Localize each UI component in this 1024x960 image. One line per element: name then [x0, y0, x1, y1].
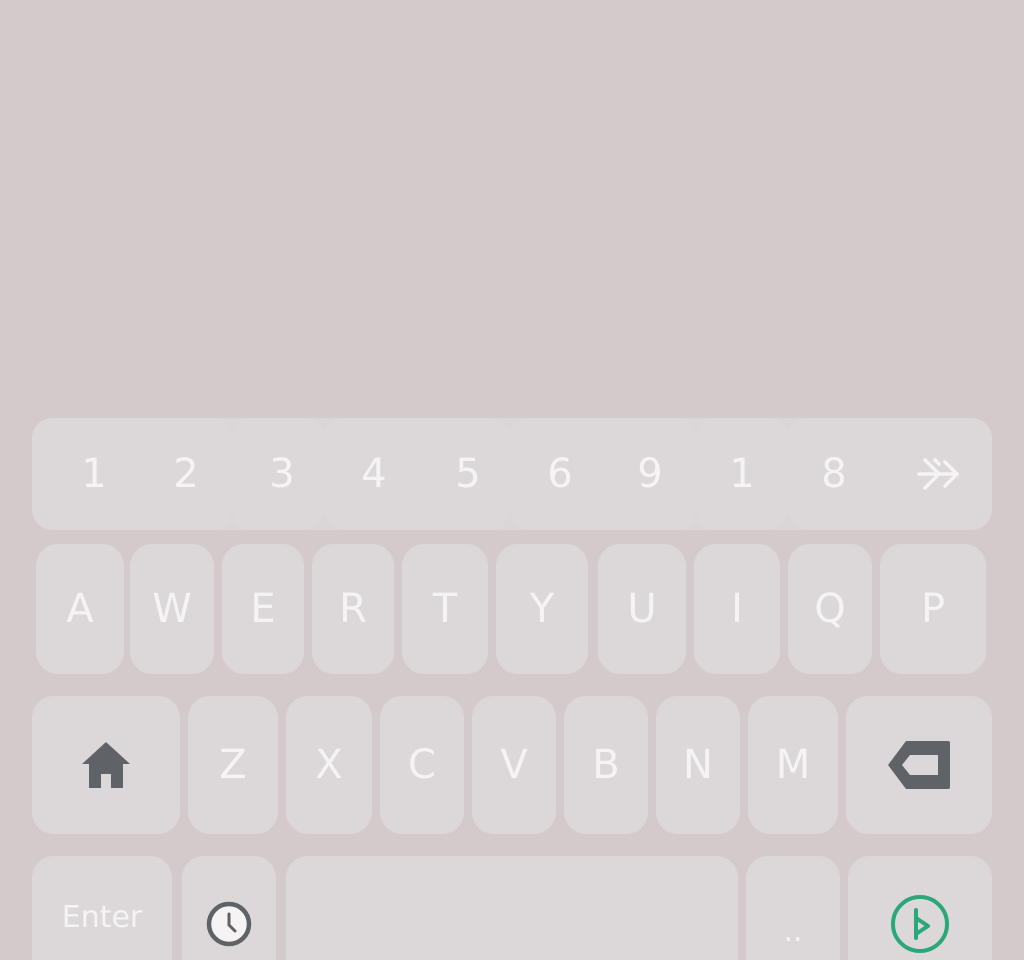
key-m[interactable]: M [748, 696, 838, 834]
key-u[interactable]: U [598, 544, 686, 674]
key-n[interactable]: N [656, 696, 740, 834]
key-5[interactable]: 5 [422, 418, 514, 530]
screen: 1 2 3 4 5 6 9 1 8 A W E R T Y U I Q P Z … [0, 0, 1024, 960]
key-p[interactable]: P [880, 544, 986, 674]
send-key[interactable] [848, 856, 992, 960]
key-b[interactable]: B [564, 696, 648, 834]
key-c[interactable]: C [380, 696, 464, 834]
key-r[interactable]: R [312, 544, 394, 674]
key-1b[interactable]: 1 [696, 418, 788, 530]
clock-icon [205, 900, 253, 948]
key-e[interactable]: E [222, 544, 304, 674]
content-area [0, 0, 1024, 410]
key-z[interactable]: Z [188, 696, 278, 834]
keyboard: 1 2 3 4 5 6 9 1 8 A W E R T Y U I Q P Z … [0, 410, 1024, 960]
key-t[interactable]: T [402, 544, 488, 674]
key-q[interactable]: Q [788, 544, 872, 674]
space-bar[interactable] [286, 856, 738, 960]
key-6[interactable]: 6 [514, 418, 606, 530]
enter-label: Enter [61, 900, 143, 935]
key-9[interactable]: 9 [604, 418, 696, 530]
key-x[interactable]: X [286, 696, 372, 834]
key-4[interactable]: 4 [328, 418, 420, 530]
key-w[interactable]: W [130, 544, 214, 674]
backspace-key[interactable] [846, 696, 992, 834]
enter-key[interactable]: Enter [32, 856, 172, 960]
key-1[interactable]: 1 [48, 418, 140, 530]
key-i[interactable]: I [694, 544, 780, 674]
punctuation-key[interactable]: .. [746, 856, 840, 960]
key-8[interactable]: 8 [788, 418, 880, 530]
key-v[interactable]: V [472, 696, 556, 834]
clock-key[interactable] [182, 856, 276, 960]
key-3[interactable]: 3 [236, 418, 328, 530]
key-a[interactable]: A [36, 544, 124, 674]
send-play-icon [888, 892, 952, 956]
swipe-arrow-icon[interactable] [892, 418, 984, 530]
backspace-icon [886, 739, 952, 791]
home-icon [80, 740, 132, 790]
key-2[interactable]: 2 [140, 418, 232, 530]
home-key[interactable] [32, 696, 180, 834]
key-y[interactable]: Y [496, 544, 588, 674]
